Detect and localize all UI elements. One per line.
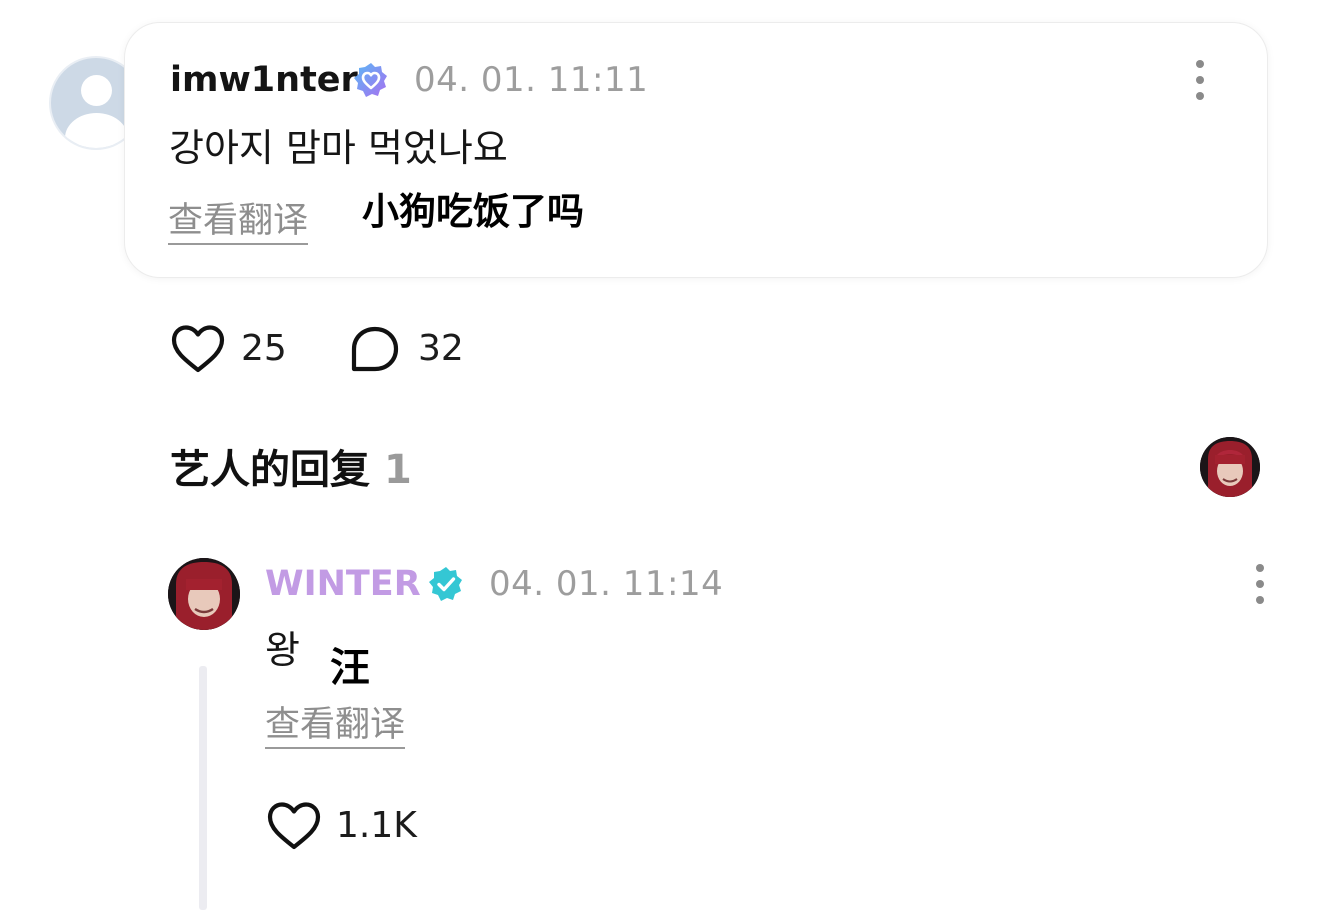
reply-text: 왕 (265, 628, 300, 672)
comment-timestamp: 04. 01. 11:11 (414, 60, 649, 100)
comment-translate-link[interactable]: 查看翻译 (168, 199, 309, 245)
comment-text: 강아지 맘마 먹었나요 (169, 126, 508, 170)
reply-more-icon[interactable] (1255, 564, 1265, 604)
comment-more-icon[interactable] (1195, 60, 1205, 100)
comment-reply-count: 32 (418, 328, 464, 369)
reply-translate-link[interactable]: 查看翻译 (265, 703, 406, 749)
verified-heart-badge-icon (354, 63, 387, 97)
comment-caption: 小狗吃饭了吗 (362, 190, 584, 233)
winter-avatar[interactable] (168, 558, 240, 630)
verified-check-badge-icon (429, 567, 462, 601)
artist-avatar-small[interactable] (1200, 437, 1260, 497)
artist-replies-title: 艺人的回复 (170, 447, 370, 493)
heart-outline-icon[interactable] (170, 324, 226, 374)
heart-outline-icon[interactable] (266, 801, 322, 851)
reply-username[interactable]: WINTER (265, 562, 421, 606)
artist-replies-header: 艺人的回复 1 (170, 446, 412, 494)
reply-like-count: 1.1K (336, 805, 417, 846)
comment-like-count: 25 (241, 328, 287, 369)
thread-line (199, 666, 207, 910)
comment-username[interactable]: imw1nter (170, 58, 358, 102)
speech-bubble-icon[interactable] (350, 325, 400, 375)
reply-timestamp: 04. 01. 11:14 (489, 564, 724, 604)
artist-replies-count: 1 (384, 447, 412, 493)
reply-caption: 汪 (330, 645, 370, 691)
